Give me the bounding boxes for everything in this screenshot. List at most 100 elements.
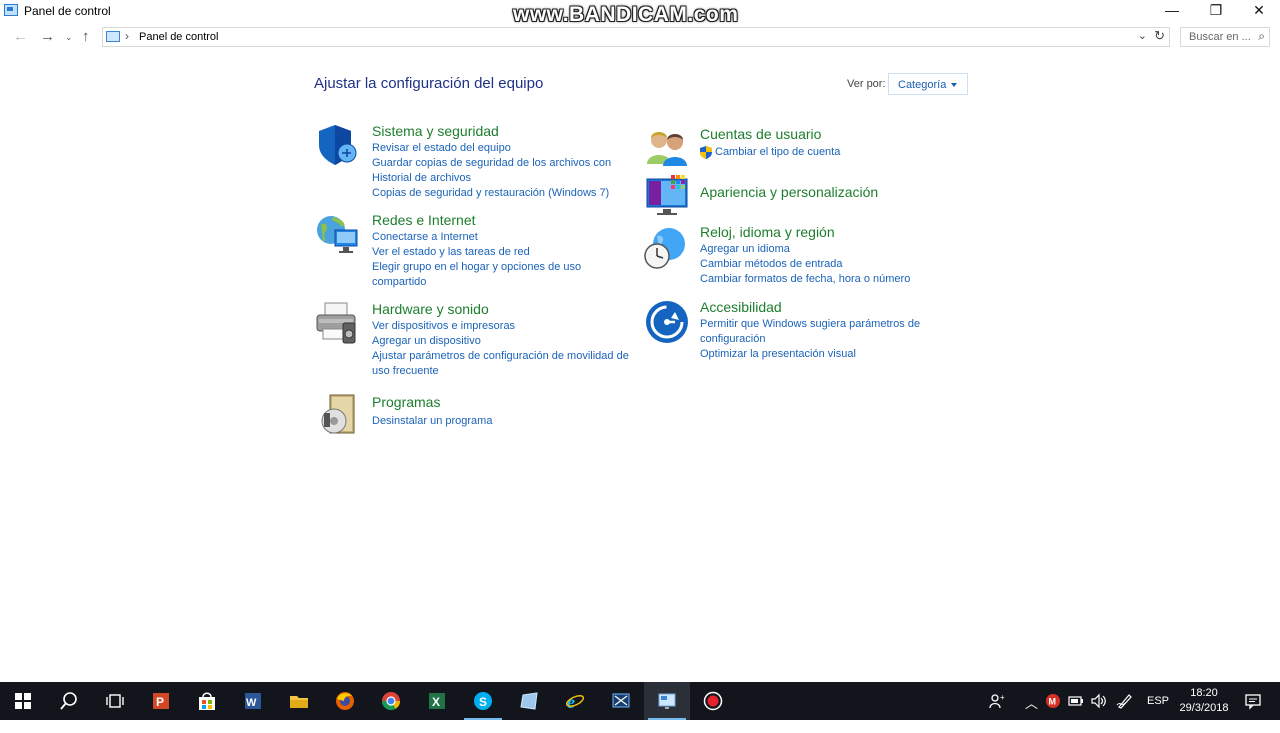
conectarse-internet-link[interactable]: Conectarse a Internet: [372, 230, 642, 245]
restore-button[interactable]: ❐: [1194, 0, 1238, 22]
powerpoint-taskbar-button[interactable]: P: [138, 682, 184, 720]
address-bar[interactable]: › Panel de control ⌄ ↻: [102, 27, 1170, 47]
apariencia-title-link[interactable]: Apariencia y personalización: [700, 184, 960, 200]
search-icon: [60, 692, 77, 710]
up-arrow-icon[interactable]: ↑: [82, 28, 90, 45]
word-icon: W: [245, 693, 261, 709]
breadcrumb-chevron-icon[interactable]: ›: [125, 29, 129, 43]
word-taskbar-button[interactable]: W: [230, 682, 276, 720]
blue-app-taskbar-button[interactable]: [506, 682, 552, 720]
printer-icon[interactable]: [315, 301, 359, 345]
reloj-idioma-title-link[interactable]: Reloj, idioma y región: [700, 224, 970, 240]
accessibility-icon[interactable]: [645, 300, 689, 344]
show-hidden-icons-chevron-icon[interactable]: ︿: [1025, 693, 1038, 731]
internet-explorer-taskbar-button[interactable]: e: [552, 682, 598, 720]
language-indicator[interactable]: ESP: [1147, 695, 1169, 733]
record-icon: [703, 691, 723, 711]
view-by-dropdown[interactable]: Categoría: [888, 73, 968, 95]
powerpoint-icon: P: [153, 693, 169, 709]
clock[interactable]: 18:20 29/3/2018: [1174, 686, 1234, 716]
volume-icon[interactable]: [1090, 693, 1108, 731]
control-panel-taskbar-button[interactable]: [644, 682, 690, 720]
page-title: Ajustar la configuración del equipo: [314, 75, 544, 92]
user-accounts-icon[interactable]: [645, 126, 689, 170]
battery-icon[interactable]: [1068, 694, 1084, 732]
sistema-seguridad-title-link[interactable]: Sistema y seguridad: [372, 123, 642, 139]
people-icon[interactable]: +: [988, 692, 1006, 730]
formatos-fecha-link[interactable]: Cambiar formatos de fecha, hora o número: [700, 272, 970, 287]
network-globe-icon[interactable]: [315, 212, 359, 256]
category-hardware-sonido: Hardware y sonido Ver dispositivos e imp…: [372, 301, 647, 379]
store-taskbar-button[interactable]: [184, 682, 230, 720]
pen-ink-icon[interactable]: [1116, 693, 1134, 731]
cuentas-usuario-title-link[interactable]: Cuentas de usuario: [700, 126, 960, 142]
firefox-taskbar-button[interactable]: [322, 682, 368, 720]
movilidad-link[interactable]: Ajustar parámetros de configuración de m…: [372, 349, 642, 379]
task-view-button[interactable]: [92, 682, 138, 720]
programs-disc-icon[interactable]: [318, 393, 362, 437]
dispositivos-impresoras-link[interactable]: Ver dispositivos e impresoras: [372, 319, 647, 334]
back-arrow-icon[interactable]: ←: [13, 28, 28, 45]
excel-taskbar-button[interactable]: X: [414, 682, 460, 720]
screen-capture-icon: [612, 693, 630, 708]
forward-arrow-icon[interactable]: →: [40, 28, 55, 45]
firefox-icon: [336, 692, 354, 710]
copias-seguridad-link[interactable]: Copias de seguridad y restauración (Wind…: [372, 186, 642, 201]
hardware-sonido-title-link[interactable]: Hardware y sonido: [372, 301, 647, 317]
appearance-monitor-icon[interactable]: [645, 173, 689, 217]
bandicam-taskbar-button[interactable]: [690, 682, 736, 720]
refresh-icon[interactable]: ↻: [1154, 28, 1165, 44]
file-explorer-taskbar-button[interactable]: [276, 682, 322, 720]
svg-text:P: P: [156, 695, 164, 709]
agregar-dispositivo-link[interactable]: Agregar un dispositivo: [372, 334, 647, 349]
programas-title-link[interactable]: Programas: [372, 394, 642, 410]
search-input[interactable]: [1181, 28, 1259, 46]
task-view-icon: [106, 694, 124, 708]
navigation-bar: ← → ⌄ ↑ › Panel de control ⌄ ↻ ⌕: [0, 24, 1280, 52]
cambiar-tipo-cuenta-link[interactable]: Cambiar el tipo de cuenta: [715, 145, 960, 160]
address-dropdown-chevron-icon[interactable]: ⌄: [1138, 29, 1147, 42]
view-by-label: Ver por:: [847, 78, 886, 90]
metodos-entrada-link[interactable]: Cambiar métodos de entrada: [700, 257, 970, 272]
clock-globe-icon[interactable]: [643, 226, 687, 270]
view-by-value: Categoría: [898, 79, 947, 91]
snipping-tool-taskbar-button[interactable]: [598, 682, 644, 720]
notifications-icon[interactable]: [1244, 692, 1262, 730]
gmail-tray-icon[interactable]: M: [1046, 694, 1060, 732]
category-sistema-seguridad: Sistema y seguridad Revisar el estado de…: [372, 123, 642, 201]
historial-archivos-link[interactable]: Guardar copias de seguridad de los archi…: [372, 156, 617, 186]
shield-icon[interactable]: [315, 123, 359, 167]
revisar-estado-link[interactable]: Revisar el estado del equipo: [372, 141, 642, 156]
search-taskbar-button[interactable]: [46, 682, 92, 720]
estado-red-link[interactable]: Ver el estado y las tareas de red: [372, 245, 642, 260]
minimize-button[interactable]: —: [1150, 0, 1194, 22]
svg-text:S: S: [479, 695, 487, 709]
clock-date: 29/3/2018: [1179, 702, 1229, 714]
search-box[interactable]: ⌕: [1180, 27, 1270, 47]
accesibilidad-title-link[interactable]: Accesibilidad: [700, 299, 960, 315]
window-title: Panel de control: [24, 4, 111, 18]
category-accesibilidad: Accesibilidad Permitir que Windows sugie…: [700, 299, 960, 362]
control-panel-app-icon: [4, 4, 18, 16]
start-button[interactable]: [0, 682, 46, 720]
optimizar-presentacion-link[interactable]: Optimizar la presentación visual: [700, 347, 960, 362]
uac-shield-icon: [700, 146, 712, 159]
control-panel-icon: [658, 693, 676, 709]
clock-time: 18:20: [1190, 687, 1218, 699]
grupo-hogar-link[interactable]: Elegir grupo en el hogar y opciones de u…: [372, 260, 597, 290]
agregar-idioma-link[interactable]: Agregar un idioma: [700, 242, 970, 257]
category-cuentas-usuario: Cuentas de usuario Cambiar el tipo de cu…: [700, 126, 960, 160]
search-icon[interactable]: ⌕: [1258, 29, 1265, 44]
desinstalar-programa-link[interactable]: Desinstalar un programa: [372, 414, 642, 429]
skype-taskbar-button[interactable]: S: [460, 682, 506, 720]
chrome-icon: [382, 692, 400, 711]
redes-internet-title-link[interactable]: Redes e Internet: [372, 212, 642, 228]
chrome-taskbar-button[interactable]: [368, 682, 414, 720]
svg-text:+: +: [1000, 693, 1005, 702]
taskbar: P W X S e + ︿ M ESP 18:20 29/3/2018: [0, 682, 1280, 720]
sugerir-parametros-link[interactable]: Permitir que Windows sugiera parámetros …: [700, 317, 928, 347]
breadcrumb[interactable]: Panel de control: [139, 31, 219, 43]
blue-window-icon: [520, 692, 538, 710]
close-button[interactable]: ✕: [1237, 0, 1280, 22]
recent-locations-chevron-icon[interactable]: ⌄: [65, 32, 73, 43]
